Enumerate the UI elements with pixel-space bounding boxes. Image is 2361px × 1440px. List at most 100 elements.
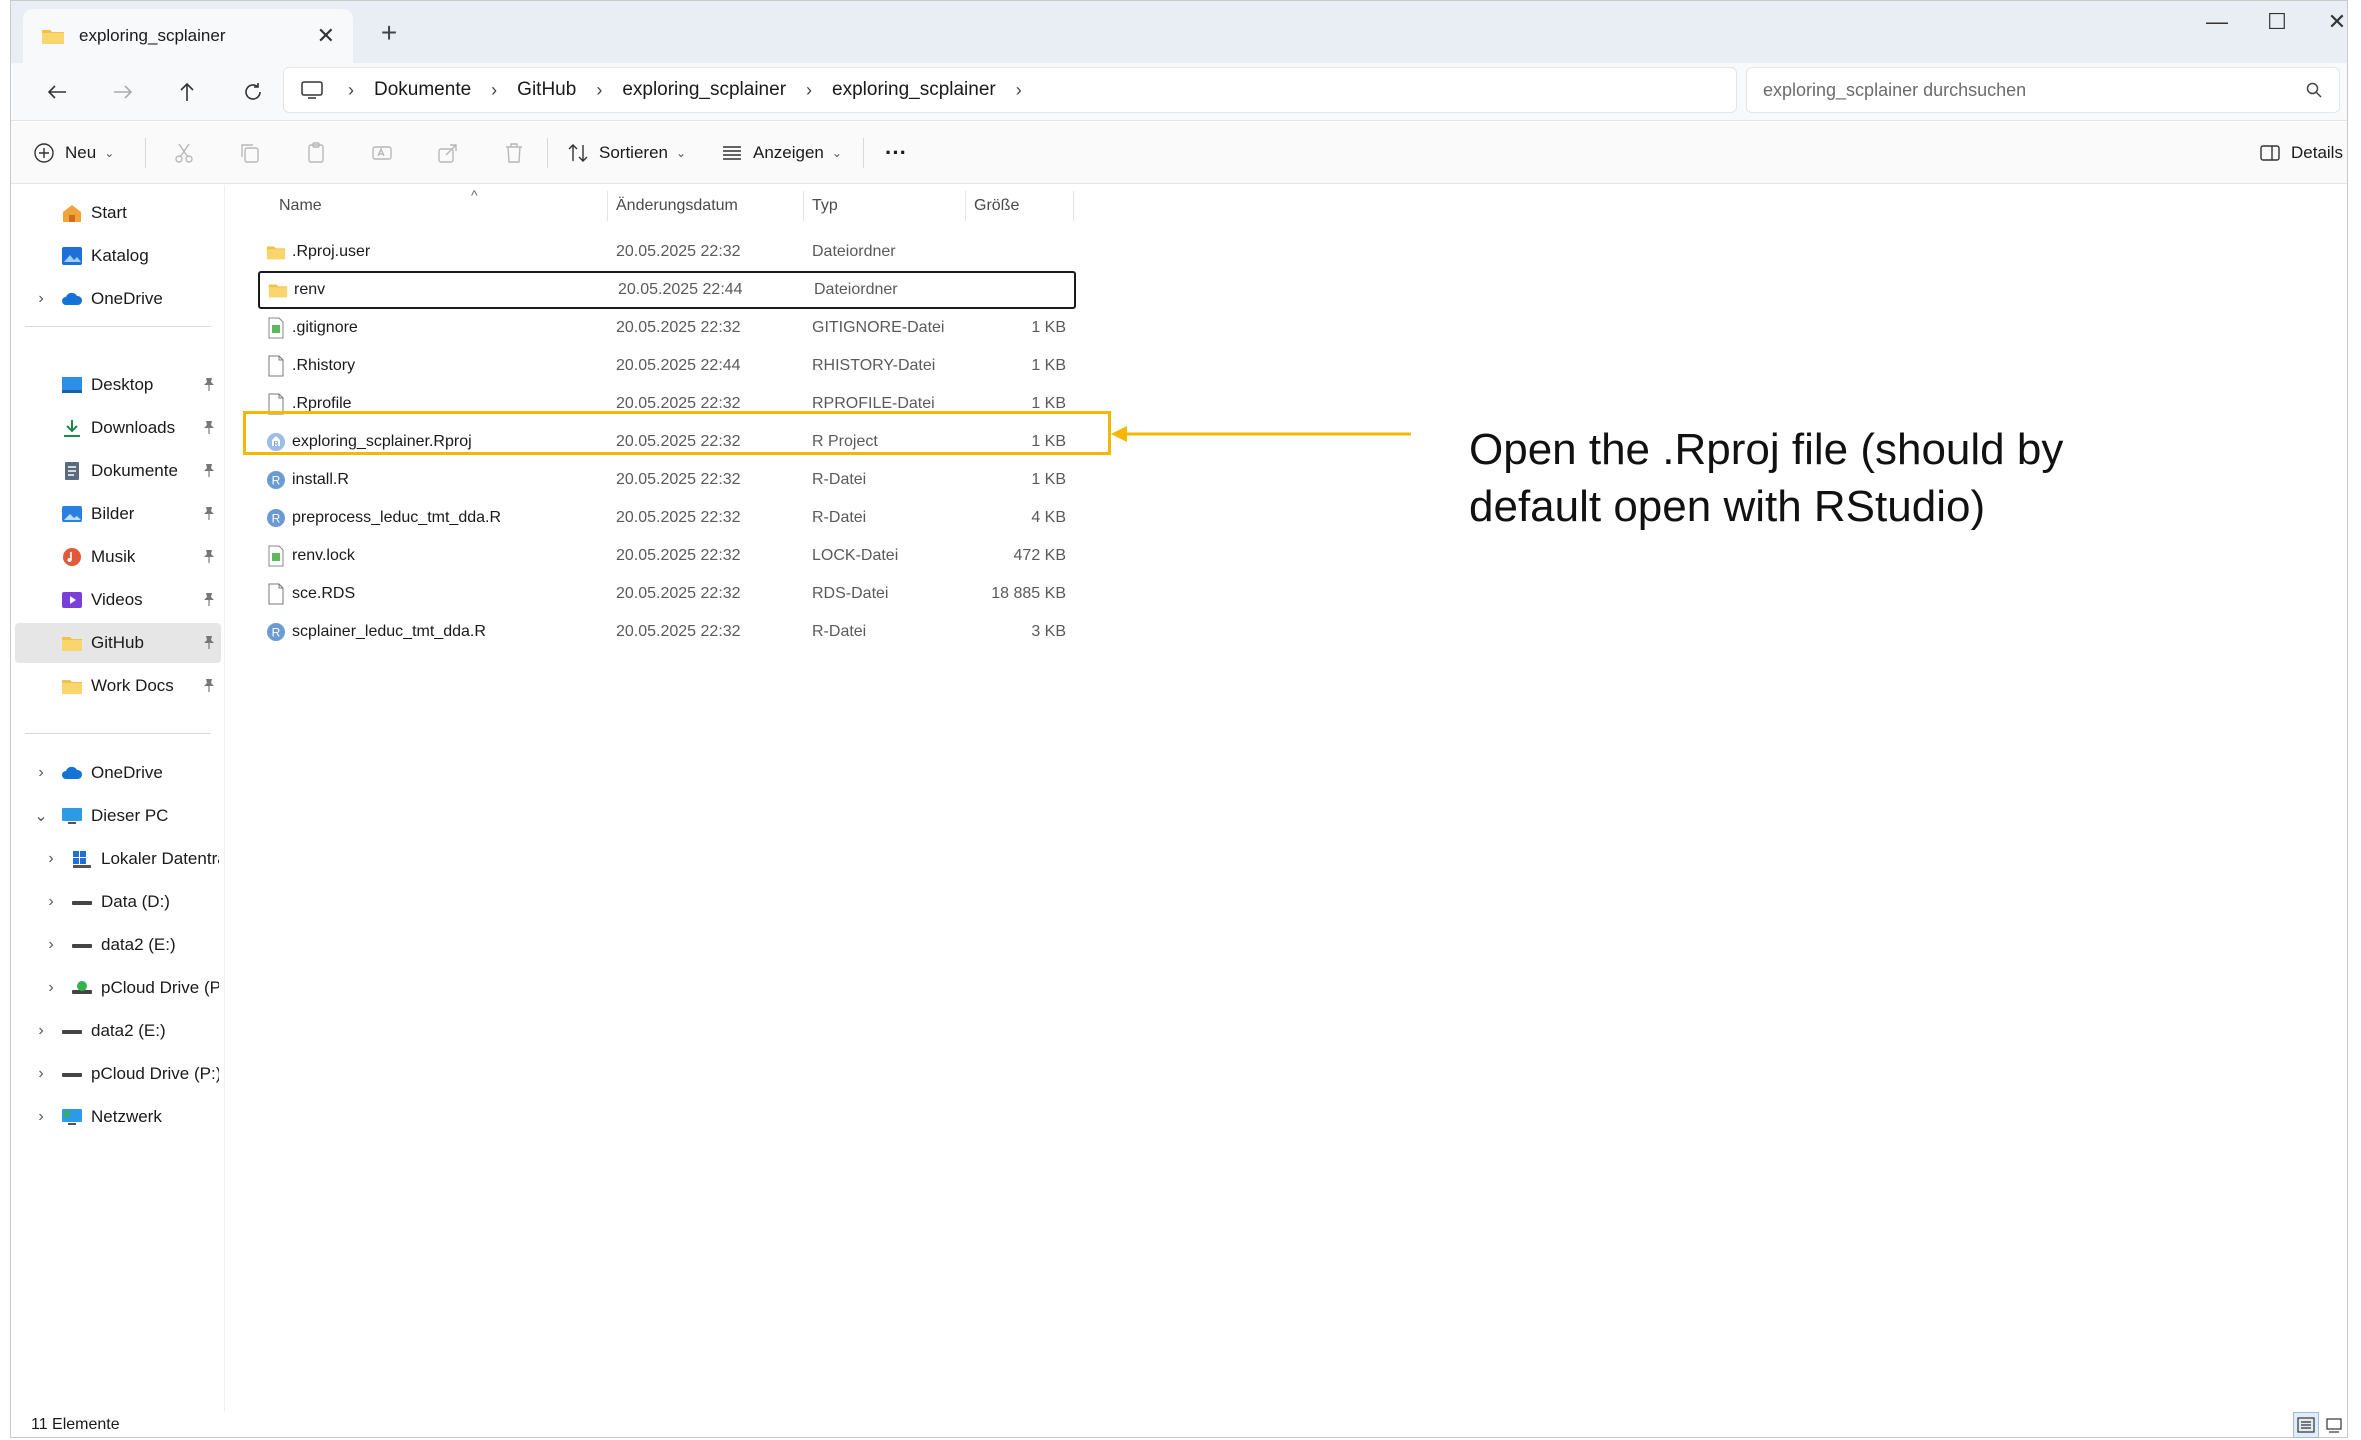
file-type: R-Datei <box>812 509 867 526</box>
share-button[interactable] <box>431 136 465 170</box>
column-header-type-label: Typ <box>812 197 838 214</box>
file-row-rhistory[interactable]: .Rhistory 20.05.2025 22:44 RHISTORY-Datei 1… <box>258 347 1076 385</box>
column-header-name[interactable]: Name ^ <box>271 187 608 221</box>
details-button[interactable]: Details <box>2259 136 2343 170</box>
sort-label: Sortieren <box>599 143 668 162</box>
sidebar-item-bilder[interactable]: Bilder <box>15 494 221 534</box>
sidebar-item-downloads[interactable]: Downloads <box>15 408 221 448</box>
file-row-rprofile[interactable]: .Rprofile 20.05.2025 22:32 RPROFILE-Datei 1… <box>258 385 1076 423</box>
new-tab-button[interactable]: + <box>371 17 407 49</box>
minimize-button[interactable]: — <box>2187 5 2247 39</box>
sidebar-item-label: Musik <box>91 547 136 566</box>
folder-icon <box>266 241 286 263</box>
file-row-renv[interactable]: renv 20.05.2025 22:44 Dateiordner <box>258 271 1076 309</box>
file-date: 20.05.2025 22:32 <box>616 243 741 260</box>
folder-icon <box>61 633 83 653</box>
sidebar-item-work-docs[interactable]: Work Docs <box>15 666 221 706</box>
file-name: .Rprofile <box>292 395 352 412</box>
chevron-right-icon[interactable]: › <box>33 1022 49 1040</box>
sort-button[interactable]: Sortieren ⌄ <box>567 136 686 170</box>
chevron-down-icon[interactable]: ⌄ <box>33 806 49 826</box>
file-row-preprocess-leduc-tmt-dda-r[interactable]: Rpreprocess_leduc_tmt_dda.R 20.05.2025 22… <box>258 499 1076 537</box>
r-file-icon: R <box>266 621 286 643</box>
breadcrumb-separator[interactable]: › <box>481 80 507 101</box>
view-label: Anzeigen <box>753 143 824 162</box>
file-type: LOCK-Datei <box>812 547 899 564</box>
cut-button[interactable] <box>167 136 201 170</box>
breadcrumb-separator[interactable]: › <box>338 80 364 101</box>
address-bar[interactable]: › Dokumente › GitHub › exploring_scplain… <box>283 67 1737 113</box>
file-date: 20.05.2025 22:32 <box>616 319 741 336</box>
sidebar-item-onedrive[interactable]: › OneDrive <box>15 753 221 793</box>
sidebar-item-dieser-pc[interactable]: ⌄ Dieser PC <box>15 796 221 836</box>
sidebar-item-start[interactable]: Start <box>15 193 221 233</box>
sidebar-item-pcloud-drive-p[interactable]: › pCloud Drive (P:) <box>15 968 221 1008</box>
sidebar-item-katalog[interactable]: Katalog <box>15 236 221 276</box>
view-button[interactable]: Anzeigen ⌄ <box>721 136 842 170</box>
chevron-right-icon[interactable]: › <box>43 936 59 954</box>
sidebar-item-musik[interactable]: Musik <box>15 537 221 577</box>
delete-button[interactable] <box>497 136 531 170</box>
search-box[interactable] <box>1746 67 2340 113</box>
sidebar-item-data2-e[interactable]: › data2 (E:) <box>15 1011 221 1051</box>
chevron-right-icon[interactable]: › <box>33 1065 49 1083</box>
breadcrumb-exploring-scplainer[interactable]: exploring_scplainer <box>612 79 796 101</box>
breadcrumb-separator[interactable]: › <box>1006 80 1032 101</box>
chevron-right-icon[interactable]: › <box>33 764 49 782</box>
large-icons-view-button[interactable] <box>2321 1412 2347 1438</box>
sidebar-item-lokaler-datentr-g[interactable]: › Lokaler Datenträg <box>15 839 221 879</box>
breadcrumb-github[interactable]: GitHub <box>507 79 586 101</box>
column-header-date[interactable]: Änderungsdatum <box>608 191 804 221</box>
breadcrumb-separator[interactable]: › <box>586 80 612 101</box>
chevron-right-icon[interactable]: › <box>43 893 59 911</box>
breadcrumb-dokumente[interactable]: Dokumente <box>364 79 481 101</box>
sidebar-item-onedrive[interactable]: › OneDrive <box>15 279 221 319</box>
copy-button[interactable] <box>233 136 267 170</box>
details-view-button[interactable] <box>2293 1412 2319 1438</box>
close-tab-icon[interactable]: ✕ <box>317 23 335 49</box>
sidebar-item-desktop[interactable]: Desktop <box>15 365 221 405</box>
file-row-exploring-scplainer-rproj[interactable]: Rexploring_scplainer.Rproj 20.05.2025 22:… <box>258 423 1076 461</box>
up-button[interactable] <box>165 73 209 111</box>
chevron-right-icon[interactable]: › <box>43 850 59 868</box>
sidebar-item-netzwerk[interactable]: › Netzwerk <box>15 1097 221 1137</box>
column-header-size[interactable]: Größe <box>966 191 1074 221</box>
file-name: renv.lock <box>292 547 355 564</box>
chevron-right-icon[interactable]: › <box>33 1108 49 1126</box>
new-button[interactable]: Neu ⌄ <box>33 136 114 170</box>
cloud-icon <box>61 289 83 309</box>
refresh-button[interactable] <box>231 73 275 111</box>
file-type: RPROFILE-Datei <box>812 395 935 412</box>
rename-button[interactable] <box>365 136 399 170</box>
forward-button[interactable] <box>101 73 145 111</box>
sidebar-item-data-d[interactable]: › Data (D:) <box>15 882 221 922</box>
sidebar-item-label: Data (D:) <box>101 892 170 911</box>
back-button[interactable] <box>35 73 79 111</box>
breadcrumb-exploring-scplainer-current[interactable]: exploring_scplainer <box>822 79 1006 101</box>
file-row-install-r[interactable]: Rinstall.R 20.05.2025 22:32 R-Datei 1 KB <box>258 461 1076 499</box>
file-date: 20.05.2025 22:32 <box>616 623 741 640</box>
maximize-button[interactable]: ☐ <box>2247 5 2307 39</box>
file-date: 20.05.2025 22:32 <box>616 509 741 526</box>
chevron-right-icon[interactable]: › <box>33 290 49 308</box>
file-row-sce-rds[interactable]: sce.RDS 20.05.2025 22:32 RDS-Datei 18 885 K… <box>258 575 1076 613</box>
file-row-renv-lock[interactable]: renv.lock 20.05.2025 22:32 LOCK-Datei 472 K… <box>258 537 1076 575</box>
column-header-type[interactable]: Typ <box>804 191 966 221</box>
sidebar-item-videos[interactable]: Videos <box>15 580 221 620</box>
search-input[interactable] <box>1763 79 2305 101</box>
file-row-gitignore[interactable]: .gitignore 20.05.2025 22:32 GITIGNORE-Date… <box>258 309 1076 347</box>
file-row-scplainer-leduc-tmt-dda-r[interactable]: Rscplainer_leduc_tmt_dda.R 20.05.2025 22:… <box>258 613 1076 651</box>
sidebar-item-github[interactable]: GitHub <box>15 623 221 663</box>
paste-button[interactable] <box>299 136 333 170</box>
window-close-button[interactable]: ✕ <box>2307 5 2361 39</box>
sidebar-item-data2-e[interactable]: › data2 (E:) <box>15 925 221 965</box>
file-row-rproj-user[interactable]: .Rproj.user 20.05.2025 22:32 Dateiordner <box>258 233 1076 271</box>
breadcrumb-separator[interactable]: › <box>796 80 822 101</box>
tab-exploring-scplainer[interactable]: exploring_scplainer ✕ <box>23 9 353 63</box>
chevron-right-icon[interactable]: › <box>43 979 59 997</box>
sidebar-item-pcloud-drive-p[interactable]: › pCloud Drive (P:) <box>15 1054 221 1094</box>
sidebar-item-dokumente[interactable]: Dokumente <box>15 451 221 491</box>
file-name: .gitignore <box>292 319 358 336</box>
more-options-button[interactable]: ··· <box>885 136 907 170</box>
file-size: 3 KB <box>1031 623 1066 640</box>
